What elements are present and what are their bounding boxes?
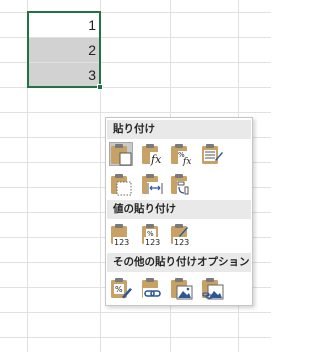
paste-icon[interactable] <box>109 142 133 166</box>
gridline <box>100 0 101 352</box>
cell-value[interactable]: 1 <box>28 13 100 37</box>
cell-value[interactable]: 3 <box>28 63 100 87</box>
svg-text:%: % <box>115 285 123 294</box>
section-header-paste: 貼り付け <box>107 120 251 139</box>
values-source-formatting-icon[interactable]: 123 <box>169 222 193 246</box>
gridline <box>0 87 271 88</box>
section-header-other-paste-options: その他の貼り付けオプション <box>107 253 251 272</box>
svg-text:%: % <box>147 230 154 238</box>
paste-formulas-number-formatting-icon[interactable]: % fx <box>169 142 193 166</box>
transpose-icon[interactable] <box>169 172 193 196</box>
fill-handle[interactable] <box>97 84 103 90</box>
picture-icon[interactable] <box>169 276 193 300</box>
paste-options-menu: 貼り付け fx % fx 値の貼り付け 123 % 123 123 その他の貼り… <box>105 117 253 306</box>
formatting-icon[interactable]: % <box>109 276 133 300</box>
paste-formulas-icon[interactable]: fx <box>140 142 164 166</box>
svg-text:fx: fx <box>150 153 162 166</box>
paste-link-icon[interactable] <box>140 276 164 300</box>
gridline <box>0 312 271 313</box>
linked-picture-icon[interactable] <box>200 276 224 300</box>
keep-source-formatting-icon[interactable] <box>200 142 224 166</box>
cell-value[interactable]: 2 <box>28 38 100 62</box>
svg-text:123: 123 <box>145 238 160 246</box>
values-icon[interactable]: 123 <box>109 222 133 246</box>
gridline <box>0 112 271 113</box>
values-number-formatting-icon[interactable]: % 123 <box>140 222 164 246</box>
gridline <box>0 337 271 338</box>
keep-source-column-widths-icon[interactable] <box>140 172 164 196</box>
svg-text:123: 123 <box>114 238 129 246</box>
svg-text:fx: fx <box>182 157 191 166</box>
no-borders-icon[interactable] <box>109 172 133 196</box>
section-header-paste-values: 値の貼り付け <box>107 200 251 219</box>
svg-text:123: 123 <box>174 238 189 246</box>
